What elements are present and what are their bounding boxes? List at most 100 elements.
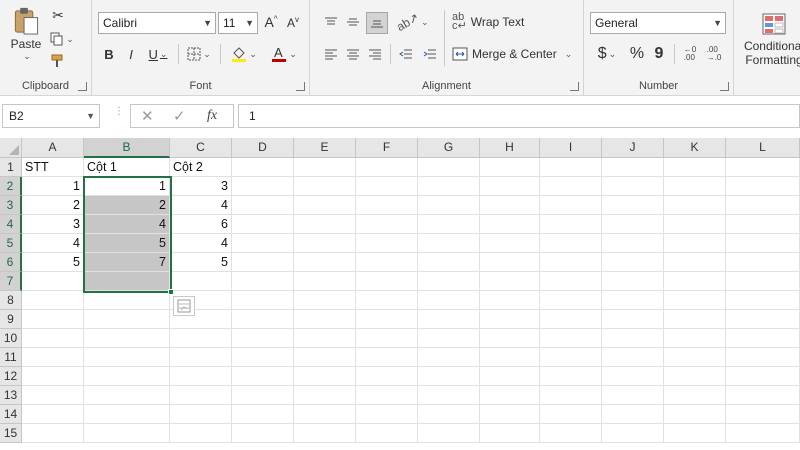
cell-c3[interactable]: 4 <box>170 196 232 215</box>
cell-g12[interactable] <box>418 367 480 386</box>
cell-j14[interactable] <box>602 405 664 424</box>
cell-k3[interactable] <box>664 196 726 215</box>
cell-c10[interactable] <box>170 329 232 348</box>
cell-f5[interactable] <box>356 234 418 253</box>
cell-j15[interactable] <box>602 424 664 443</box>
cell-l14[interactable] <box>726 405 800 424</box>
row-header-8[interactable]: 8 <box>0 291 22 310</box>
cell-d12[interactable] <box>232 367 294 386</box>
cell-g6[interactable] <box>418 253 480 272</box>
cell-j8[interactable] <box>602 291 664 310</box>
cell-e10[interactable] <box>294 329 356 348</box>
cell-l12[interactable] <box>726 367 800 386</box>
cell-g7[interactable] <box>418 272 480 291</box>
cell-b12[interactable] <box>84 367 170 386</box>
cell-i14[interactable] <box>540 405 602 424</box>
cell-j7[interactable] <box>602 272 664 291</box>
cell-h10[interactable] <box>480 329 540 348</box>
row-header-15[interactable]: 15 <box>0 424 22 443</box>
cell-a13[interactable] <box>22 386 84 405</box>
underline-button[interactable]: U ⌄ <box>144 44 172 64</box>
cell-h8[interactable] <box>480 291 540 310</box>
cell-f8[interactable] <box>356 291 418 310</box>
row-header-13[interactable]: 13 <box>0 386 22 405</box>
cell-h2[interactable] <box>480 177 540 196</box>
cell-l8[interactable] <box>726 291 800 310</box>
cell-b4[interactable]: 4 <box>84 215 170 234</box>
column-header-i[interactable]: I <box>540 138 602 158</box>
cell-f14[interactable] <box>356 405 418 424</box>
row-header-4[interactable]: 4 <box>0 215 22 234</box>
cell-a12[interactable] <box>22 367 84 386</box>
cell-j13[interactable] <box>602 386 664 405</box>
align-left-button[interactable] <box>322 44 340 64</box>
cell-h5[interactable] <box>480 234 540 253</box>
cell-l3[interactable] <box>726 196 800 215</box>
cell-h13[interactable] <box>480 386 540 405</box>
cell-l6[interactable] <box>726 253 800 272</box>
row-header-11[interactable]: 11 <box>0 348 22 367</box>
column-header-h[interactable]: H <box>480 138 540 158</box>
cell-c7[interactable] <box>170 272 232 291</box>
font-size-combo[interactable]: 11 ▼ <box>218 12 258 34</box>
cell-c5[interactable]: 4 <box>170 234 232 253</box>
fill-handle[interactable] <box>168 289 174 295</box>
format-painter-button[interactable] <box>48 52 66 70</box>
orientation-button[interactable]: ab↗ ⌄ <box>394 10 429 34</box>
cell-i2[interactable] <box>540 177 602 196</box>
column-header-a[interactable]: A <box>22 138 84 158</box>
top-align-button[interactable] <box>322 12 340 32</box>
copy-button[interactable]: ⌄ <box>48 30 76 48</box>
cell-l10[interactable] <box>726 329 800 348</box>
cell-d10[interactable] <box>232 329 294 348</box>
cell-e2[interactable] <box>294 177 356 196</box>
percent-style-button[interactable]: % <box>626 44 648 64</box>
cell-a6[interactable]: 5 <box>22 253 84 272</box>
cell-d14[interactable] <box>232 405 294 424</box>
cell-k14[interactable] <box>664 405 726 424</box>
cell-j12[interactable] <box>602 367 664 386</box>
column-header-l[interactable]: L <box>726 138 800 158</box>
cell-i6[interactable] <box>540 253 602 272</box>
cell-b6[interactable]: 7 <box>84 253 170 272</box>
cell-b13[interactable] <box>84 386 170 405</box>
alignment-dialog-launcher[interactable] <box>570 82 579 91</box>
column-header-d[interactable]: D <box>232 138 294 158</box>
cell-e8[interactable] <box>294 291 356 310</box>
cell-l2[interactable] <box>726 177 800 196</box>
cell-e7[interactable] <box>294 272 356 291</box>
cell-b5[interactable]: 5 <box>84 234 170 253</box>
cell-d5[interactable] <box>232 234 294 253</box>
number-dialog-launcher[interactable] <box>720 82 729 91</box>
cell-c14[interactable] <box>170 405 232 424</box>
cell-j10[interactable] <box>602 329 664 348</box>
column-header-f[interactable]: F <box>356 138 418 158</box>
row-header-14[interactable]: 14 <box>0 405 22 424</box>
middle-align-button[interactable] <box>344 12 362 32</box>
cell-b11[interactable] <box>84 348 170 367</box>
decrease-font-size-button[interactable]: Av <box>284 12 302 32</box>
cell-c12[interactable] <box>170 367 232 386</box>
cell-b1[interactable]: Cột 1 <box>84 158 170 177</box>
cell-f10[interactable] <box>356 329 418 348</box>
cell-h14[interactable] <box>480 405 540 424</box>
formula-input[interactable]: 1 <box>238 104 800 128</box>
merge-center-button[interactable]: Merge & Center ⌄ <box>452 44 574 64</box>
cell-f4[interactable] <box>356 215 418 234</box>
number-format-combo[interactable]: General ▼ <box>590 12 726 34</box>
quick-analysis-button[interactable] <box>173 296 195 316</box>
cell-j6[interactable] <box>602 253 664 272</box>
paste-button[interactable]: Paste ⌄ <box>6 6 46 62</box>
cell-k12[interactable] <box>664 367 726 386</box>
cell-g3[interactable] <box>418 196 480 215</box>
cell-g5[interactable] <box>418 234 480 253</box>
font-dialog-launcher[interactable] <box>296 82 305 91</box>
cell-g2[interactable] <box>418 177 480 196</box>
cell-d1[interactable] <box>232 158 294 177</box>
accounting-format-button[interactable]: $ ⌄ <box>592 44 622 64</box>
cell-a9[interactable] <box>22 310 84 329</box>
cell-d7[interactable] <box>232 272 294 291</box>
cell-i9[interactable] <box>540 310 602 329</box>
cell-i11[interactable] <box>540 348 602 367</box>
cell-f6[interactable] <box>356 253 418 272</box>
